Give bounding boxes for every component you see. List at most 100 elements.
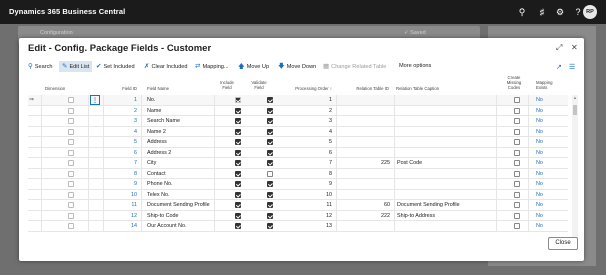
validate-field-checkbox[interactable] xyxy=(267,170,273,177)
dimension-checkbox[interactable] xyxy=(68,139,74,145)
include-field-checkbox[interactable] xyxy=(235,170,241,177)
list-view-icon[interactable]: ☰ xyxy=(569,63,575,71)
create-missing-codes-checkbox[interactable] xyxy=(514,118,520,124)
field-id[interactable]: 3 xyxy=(115,116,137,126)
validate-field-checkbox[interactable] xyxy=(267,139,273,145)
table-row[interactable]: 5 Address 5 No xyxy=(28,137,568,148)
include-field-checkbox[interactable] xyxy=(235,107,241,114)
col-include-field[interactable]: Include Field xyxy=(215,80,239,90)
table-row[interactable]: 3 Search Name 3 No xyxy=(28,116,568,127)
create-missing-codes-checkbox[interactable] xyxy=(514,170,520,177)
field-id[interactable]: 14 xyxy=(115,221,137,231)
table-row[interactable]: 12 Ship-to Code 12 222 Ship-to Address No xyxy=(28,210,568,221)
validate-field-checkbox[interactable] xyxy=(267,107,273,114)
table-row[interactable]: 9 Phone No. 9 No xyxy=(28,179,568,190)
dimension-checkbox[interactable] xyxy=(68,97,74,103)
field-id[interactable]: 4 xyxy=(115,127,137,137)
field-id[interactable]: 1 xyxy=(115,95,137,105)
include-field-checkbox[interactable] xyxy=(235,160,241,166)
table-row[interactable]: 4 Name 2 4 No xyxy=(28,126,568,137)
include-field-checkbox[interactable] xyxy=(235,202,241,208)
validate-field-checkbox[interactable] xyxy=(267,191,273,198)
row-actions-icon[interactable]: ⋮ xyxy=(90,95,100,105)
include-field-checkbox[interactable] xyxy=(235,181,241,187)
validate-field-checkbox[interactable] xyxy=(267,97,273,103)
create-missing-codes-checkbox[interactable] xyxy=(514,107,520,114)
mapping-exists-link[interactable]: No xyxy=(536,106,543,116)
mapping-exists-link[interactable]: No xyxy=(536,137,543,147)
create-missing-codes-checkbox[interactable] xyxy=(514,128,520,135)
field-id[interactable]: 8 xyxy=(115,169,137,179)
field-id[interactable]: 10 xyxy=(115,190,137,200)
col-validate-field[interactable]: Validate Field xyxy=(247,80,271,90)
create-missing-codes-checkbox[interactable] xyxy=(514,181,520,187)
col-relation-table-id[interactable]: Relation Table ID xyxy=(341,86,389,91)
expand-icon[interactable]: ⤢ xyxy=(556,43,562,53)
mapping-exists-link[interactable]: No xyxy=(536,116,543,126)
create-missing-codes-checkbox[interactable] xyxy=(514,97,520,103)
avatar[interactable]: RP xyxy=(583,5,597,19)
mapping-exists-link[interactable]: No xyxy=(536,169,543,179)
include-field-checkbox[interactable] xyxy=(235,223,241,229)
mapping-exists-link[interactable]: No xyxy=(536,95,543,105)
dimension-checkbox[interactable] xyxy=(68,128,74,135)
dimension-checkbox[interactable] xyxy=(68,160,74,166)
grid-scrollbar[interactable]: ▲ xyxy=(572,95,578,245)
create-missing-codes-checkbox[interactable] xyxy=(514,149,520,156)
create-missing-codes-checkbox[interactable] xyxy=(514,160,520,166)
col-create-missing-codes[interactable]: Create Missing Codes xyxy=(501,75,527,90)
include-field-checkbox[interactable] xyxy=(235,149,241,156)
create-missing-codes-checkbox[interactable] xyxy=(514,212,520,219)
dimension-checkbox[interactable] xyxy=(68,191,74,198)
table-row[interactable]: 7 City 7 225 Post Code No xyxy=(28,158,568,169)
mapping-exists-link[interactable]: No xyxy=(536,200,543,210)
col-field-name[interactable]: Field Name xyxy=(147,86,169,91)
dimension-checkbox[interactable] xyxy=(68,170,74,177)
dimension-checkbox[interactable] xyxy=(68,212,74,219)
mapping-exists-link[interactable]: No xyxy=(536,221,543,231)
change-related-table-button[interactable]: ▦ Change Related Table xyxy=(323,61,386,72)
create-missing-codes-checkbox[interactable] xyxy=(514,202,520,208)
table-row[interactable]: 2 Name 2 No xyxy=(28,105,568,116)
field-id[interactable]: 5 xyxy=(115,137,137,147)
include-field-checkbox[interactable] xyxy=(235,97,241,103)
validate-field-checkbox[interactable] xyxy=(267,149,273,156)
move-down-button[interactable]: 🡇 Move Down xyxy=(278,61,316,72)
validate-field-checkbox[interactable] xyxy=(267,128,273,135)
dimension-checkbox[interactable] xyxy=(68,118,74,124)
include-field-checkbox[interactable] xyxy=(235,191,241,198)
validate-field-checkbox[interactable] xyxy=(267,181,273,187)
dimension-checkbox[interactable] xyxy=(68,223,74,229)
field-id[interactable]: 12 xyxy=(115,211,137,221)
table-row[interactable]: 11 Document Sending Profile 11 60 Document S… xyxy=(28,200,568,211)
edit-list-button[interactable]: ✎ Edit List xyxy=(59,61,93,72)
validate-field-checkbox[interactable] xyxy=(267,118,273,124)
col-field-id[interactable]: Field ID xyxy=(115,86,137,91)
mapping-exists-link[interactable]: No xyxy=(536,179,543,189)
move-up-button[interactable]: 🡅 Move Up xyxy=(238,61,269,72)
create-missing-codes-checkbox[interactable] xyxy=(514,223,520,229)
scroll-thumb[interactable] xyxy=(573,105,577,115)
gear-icon[interactable]: ⚙ xyxy=(554,6,566,18)
table-row[interactable]: 6 Address 2 6 No xyxy=(28,147,568,158)
mapping-exists-link[interactable]: No xyxy=(536,148,543,158)
create-missing-codes-checkbox[interactable] xyxy=(514,191,520,198)
share-icon[interactable]: ↗ xyxy=(556,63,562,71)
field-id[interactable]: 9 xyxy=(115,179,137,189)
close-icon[interactable]: ✕ xyxy=(571,43,578,52)
include-field-checkbox[interactable] xyxy=(235,118,241,124)
include-field-checkbox[interactable] xyxy=(235,139,241,145)
field-id[interactable]: 6 xyxy=(115,148,137,158)
set-included-button[interactable]: ✔ Set Included xyxy=(96,61,135,72)
col-processing-order[interactable]: Processing Order ↑ xyxy=(277,86,332,91)
mapping-exists-link[interactable]: No xyxy=(536,158,543,168)
dimension-checkbox[interactable] xyxy=(68,181,74,187)
mapping-exists-link[interactable]: No xyxy=(536,190,543,200)
mapping-exists-link[interactable]: No xyxy=(536,211,543,221)
scroll-up-icon[interactable]: ▲ xyxy=(572,95,578,100)
validate-field-checkbox[interactable] xyxy=(267,202,273,208)
validate-field-checkbox[interactable] xyxy=(267,223,273,229)
dimension-checkbox[interactable] xyxy=(68,107,74,114)
include-field-checkbox[interactable] xyxy=(235,128,241,135)
field-id[interactable]: 7 xyxy=(115,158,137,168)
